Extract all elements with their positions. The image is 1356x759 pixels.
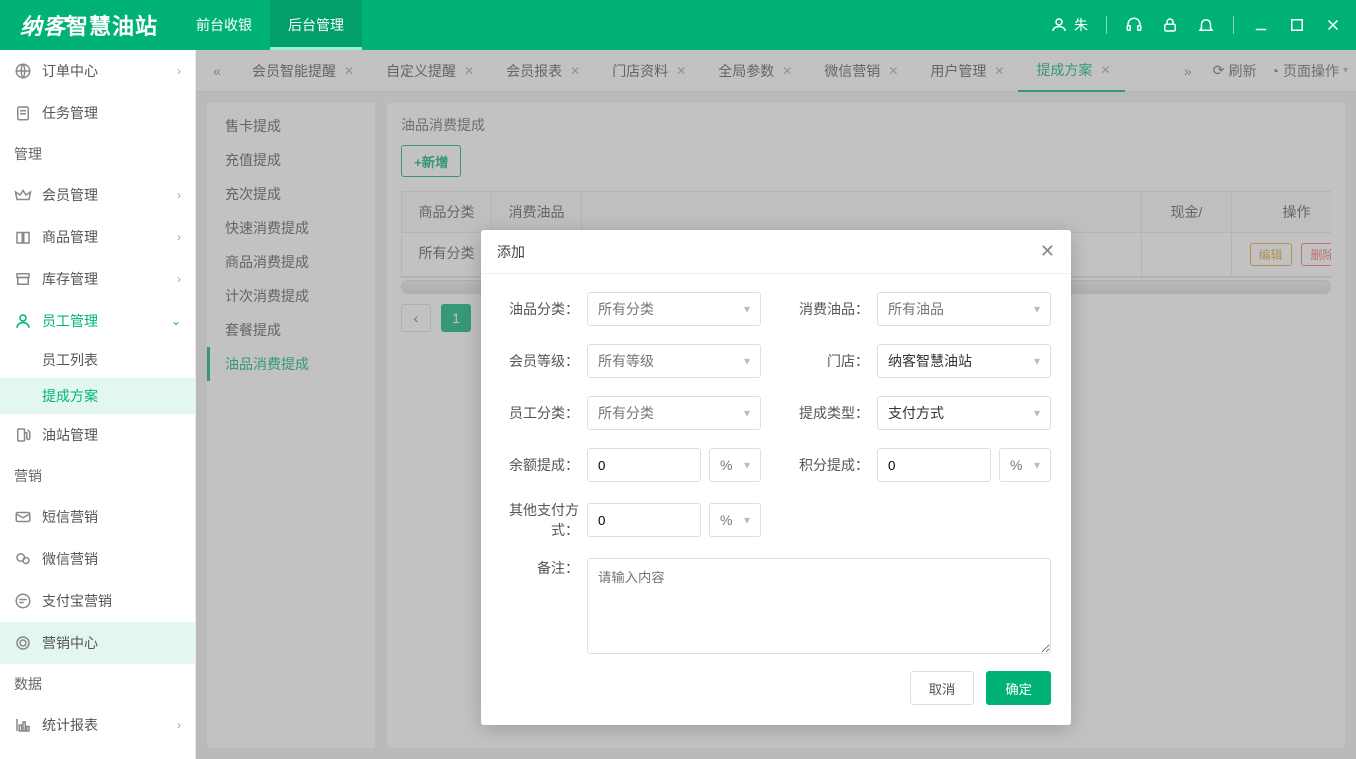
user-icon (1050, 16, 1068, 34)
label-commission-type: 提成类型： (791, 403, 877, 423)
chevron-down-icon: ⌄ (171, 314, 181, 328)
select-store[interactable]: 纳客智慧油站▾ (877, 344, 1051, 378)
label-oil-category: 油品分类： (501, 299, 587, 319)
globe-icon (14, 62, 32, 80)
sidebar-group-data: 数据 (0, 664, 195, 704)
window-maximize-icon[interactable] (1288, 16, 1306, 34)
chevron-down-icon: ▾ (1034, 458, 1040, 472)
target-icon (14, 634, 32, 652)
select-member-level[interactable]: 所有等级▾ (587, 344, 761, 378)
mail-icon (14, 508, 32, 526)
select-staff-category[interactable]: 所有分类▾ (587, 396, 761, 430)
wechat-icon (14, 550, 32, 568)
box-icon (14, 228, 32, 246)
person-icon (14, 312, 32, 330)
chevron-down-icon: ▾ (1034, 406, 1040, 420)
chevron-down-icon: ▾ (744, 354, 750, 368)
add-modal: 添加 ✕ 油品分类： 所有分类▾ 消费油品： 所有油品▾ (481, 230, 1071, 725)
crown-icon (14, 186, 32, 204)
sidebar-item-sms[interactable]: 短信营销 (0, 496, 195, 538)
input-balance[interactable] (587, 448, 701, 482)
label-member-level: 会员等级： (501, 351, 587, 371)
label-store: 门店： (791, 351, 877, 371)
chevron-right-icon: › (177, 272, 181, 286)
alipay-icon (14, 592, 32, 610)
main: « 会员智能提醒✕ 自定义提醒✕ 会员报表✕ 门店资料✕ 全局参数✕ 微信营销✕… (196, 50, 1356, 759)
modal-close-icon[interactable]: ✕ (1040, 241, 1055, 262)
sidebar-group-marketing: 营销 (0, 456, 195, 496)
select-points-unit[interactable]: %▾ (999, 448, 1051, 482)
user-name: 朱 (1074, 15, 1088, 35)
header-tab-pos[interactable]: 前台收银 (178, 0, 270, 50)
chevron-down-icon: ▾ (1034, 302, 1040, 316)
window-close-icon[interactable] (1324, 16, 1342, 34)
select-consume-oil[interactable]: 所有油品▾ (877, 292, 1051, 326)
chevron-down-icon: ▾ (744, 302, 750, 316)
archive-icon (14, 270, 32, 288)
sidebar-item-staff[interactable]: 员工管理⌄ (0, 300, 195, 342)
input-other-pay[interactable] (587, 503, 701, 537)
fuel-icon (14, 426, 32, 444)
sidebar-group-manage: 管理 (0, 134, 195, 174)
sidebar-item-orders[interactable]: 订单中心› (0, 50, 195, 92)
chevron-down-icon: ▾ (744, 513, 750, 527)
sidebar-sub-commission[interactable]: 提成方案 (0, 378, 195, 414)
chevron-right-icon: › (177, 188, 181, 202)
sidebar-sub-staff-list[interactable]: 员工列表 (0, 342, 195, 378)
label-consume-oil: 消费油品： (791, 299, 877, 319)
cancel-button[interactable]: 取消 (910, 671, 975, 705)
header-tabs: 前台收银 后台管理 (178, 0, 362, 50)
label-points: 积分提成： (791, 455, 877, 475)
sidebar-item-analysis[interactable]: 数据分析› (0, 746, 195, 759)
chevron-down-icon: ▾ (744, 458, 750, 472)
sidebar-item-stats[interactable]: 统计报表› (0, 704, 195, 746)
separator (1233, 16, 1234, 34)
app-header: 纳客智慧油站 前台收银 后台管理 朱 (0, 0, 1356, 50)
select-commission-type[interactable]: 支付方式▾ (877, 396, 1051, 430)
chart-icon (14, 716, 32, 734)
app-logo: 纳客智慧油站 (0, 9, 178, 41)
sidebar-item-wechat[interactable]: 微信营销 (0, 538, 195, 580)
modal-header: 添加 ✕ (481, 230, 1071, 274)
sidebar-item-alipay[interactable]: 支付宝营销 (0, 580, 195, 622)
sidebar-item-members[interactable]: 会员管理› (0, 174, 195, 216)
header-right: 朱 (1050, 15, 1356, 35)
modal-footer: 取消 确定 (481, 663, 1071, 725)
chevron-down-icon: ▾ (1034, 354, 1040, 368)
label-other-pay: 其他支付方式： (501, 500, 587, 540)
confirm-button[interactable]: 确定 (986, 671, 1051, 705)
chevron-right-icon: › (177, 718, 181, 732)
bell-icon[interactable] (1197, 16, 1215, 34)
label-balance: 余额提成： (501, 455, 587, 475)
modal-body: 油品分类： 所有分类▾ 消费油品： 所有油品▾ 会员等级： 所有等级▾ 门店 (481, 274, 1071, 663)
textarea-remark[interactable] (587, 558, 1051, 654)
input-points[interactable] (877, 448, 991, 482)
sidebar-item-marketing-center[interactable]: 营销中心 (0, 622, 195, 664)
chevron-right-icon: › (177, 230, 181, 244)
chevron-down-icon: ▾ (744, 406, 750, 420)
label-remark: 备注： (501, 558, 587, 578)
header-tab-admin[interactable]: 后台管理 (270, 0, 362, 50)
current-user[interactable]: 朱 (1050, 15, 1088, 35)
sidebar-item-tasks[interactable]: 任务管理 (0, 92, 195, 134)
modal-title: 添加 (497, 242, 525, 262)
label-staff-category: 员工分类： (501, 403, 587, 423)
sidebar: 订单中心› 任务管理 管理 会员管理› 商品管理› 库存管理› 员工管理⌄ (0, 50, 196, 759)
separator (1106, 16, 1107, 34)
chevron-right-icon: › (177, 64, 181, 78)
select-oil-category[interactable]: 所有分类▾ (587, 292, 761, 326)
lock-icon[interactable] (1161, 16, 1179, 34)
sidebar-item-station[interactable]: 油站管理 (0, 414, 195, 456)
select-other-pay-unit[interactable]: %▾ (709, 503, 761, 537)
window-minimize-icon[interactable] (1252, 16, 1270, 34)
clipboard-icon (14, 104, 32, 122)
headset-icon[interactable] (1125, 16, 1143, 34)
sidebar-item-goods[interactable]: 商品管理› (0, 216, 195, 258)
sidebar-item-stock[interactable]: 库存管理› (0, 258, 195, 300)
select-balance-unit[interactable]: %▾ (709, 448, 761, 482)
